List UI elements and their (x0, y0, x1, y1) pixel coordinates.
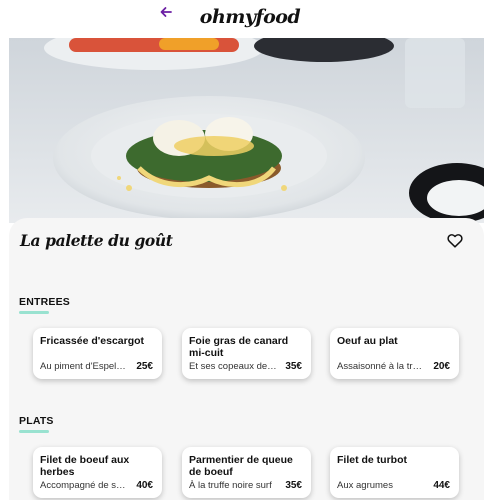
menu-item-name: Filet de turbot (337, 454, 407, 466)
menu-item-name: Oeuf au plat (337, 335, 398, 347)
app-logo: ohmyfood (199, 6, 301, 28)
menu-item-desc: Et ses copeaux de truffe (189, 361, 279, 372)
menu-item-price: 20€ (433, 361, 450, 372)
menu-item-card[interactable]: Filet de boeuf aux herbes Accompagné de … (33, 447, 162, 498)
menu-item-name: Fricassée d'escargot (40, 335, 145, 347)
hero-image (9, 38, 484, 223)
menu-item-card[interactable]: Filet de turbot Aux agrumes 44€ (330, 447, 459, 498)
restaurant-panel: La palette du goût ENTREES Fricassée d'e… (9, 218, 484, 500)
menu-item-name: Parmentier de queue de boeuf (189, 454, 293, 478)
menu-item-name: Filet de boeuf aux herbes (40, 454, 130, 478)
menu-item-desc: Aux agrumes (337, 480, 393, 491)
menu-item-desc: Assaisonné à la truffe (337, 361, 427, 372)
menu-item-card[interactable]: Foie gras de canard mi-cuit Et ses copea… (182, 328, 311, 379)
menu-item-desc: Au piment d'Espelette (40, 361, 130, 372)
menu-item-card[interactable]: Parmentier de queue de boeuf À la truffe… (182, 447, 311, 498)
menu-item-card[interactable]: Fricassée d'escargot Au piment d'Espelet… (33, 328, 162, 379)
menu-item-price: 35€ (285, 480, 302, 491)
menu-item-price: 35€ (285, 361, 302, 372)
menu-item-card[interactable]: Oeuf au plat Assaisonné à la truffe 20€ (330, 328, 459, 379)
section-title-plats: PLATS (19, 415, 54, 427)
menu-item-name: Foie gras de canard mi-cuit (189, 335, 289, 359)
app-header: ohmyfood (0, 0, 491, 38)
section-underline (19, 311, 49, 314)
section-underline (19, 430, 49, 433)
menu-item-desc: À la truffe noire surf (189, 480, 272, 491)
menu-item-price: 25€ (136, 361, 153, 372)
menu-item-price: 44€ (433, 480, 450, 491)
section-title-entrees: ENTREES (19, 296, 70, 308)
menu-item-desc: Accompagné de son gratin (40, 480, 130, 491)
menu-item-price: 40€ (136, 480, 153, 491)
heart-icon[interactable] (447, 233, 465, 249)
restaurant-title: La palette du goût (20, 231, 173, 250)
